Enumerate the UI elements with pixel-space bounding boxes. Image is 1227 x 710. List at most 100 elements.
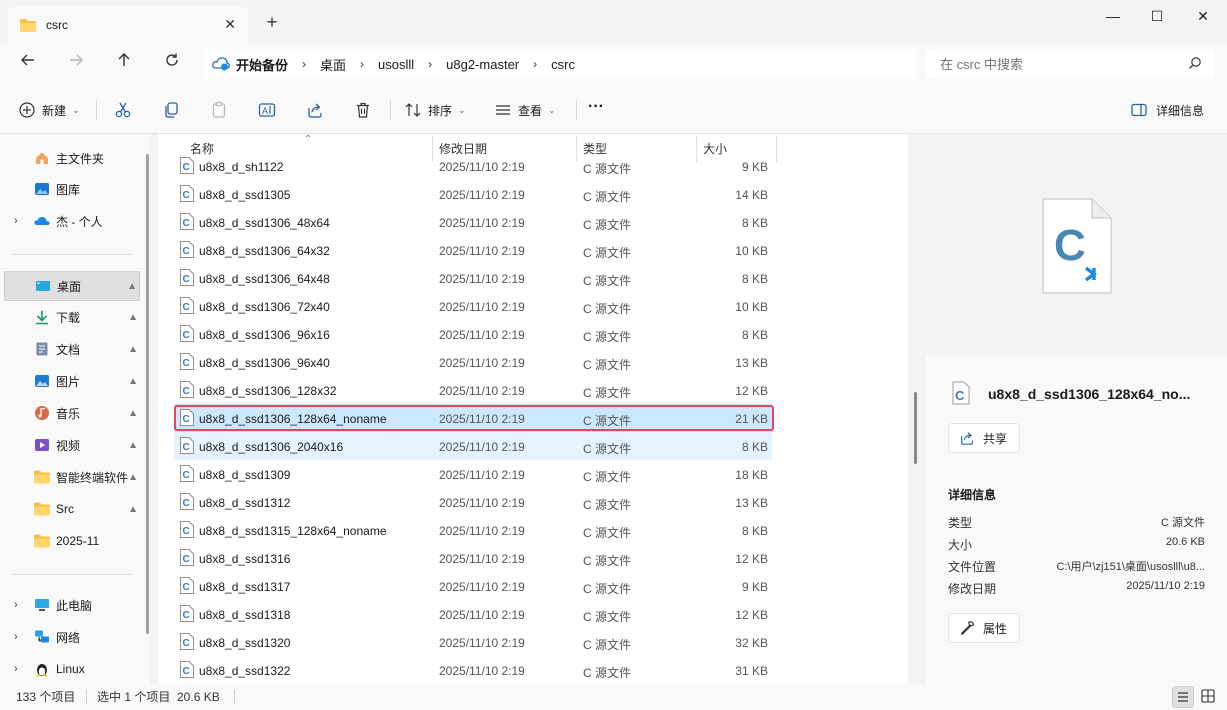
details-view-button[interactable] [1172,686,1194,708]
chevron-right-icon[interactable]: › [14,215,18,227]
file-row[interactable]: Cu8x8_d_ssd1318 2025/11/10 2:19 C 源文件 12 KB [174,600,772,628]
search-input[interactable] [940,56,1180,72]
file-row[interactable]: Cu8x8_d_ssd1306_2040x16 2025/11/10 2:19 C … [174,432,772,460]
sidebar-item-music[interactable]: 音乐 ▲ [4,399,140,427]
details-pane-button[interactable]: 详细信息 [1130,99,1204,121]
new-tab-button[interactable]: + [262,12,282,32]
file-list-scrollbar[interactable] [914,392,917,464]
details-section-title: 详细信息 [948,488,997,502]
share-button[interactable]: 共享 [948,423,1020,453]
view-button[interactable]: 查看 ⌄ [494,99,556,121]
file-row[interactable]: Cu8x8_d_ssd1306_96x40 2025/11/10 2:19 C 源文… [174,348,772,376]
forward-button[interactable] [62,52,90,76]
sidebar-item-this-pc[interactable]: › 此电脑 [4,591,140,619]
breadcrumb-home[interactable]: 开始备份 [236,55,288,74]
sort-button-label: 排序 [428,103,453,118]
more-options-button[interactable]: ··· [588,96,604,118]
file-type: C 源文件 [583,330,632,344]
copy-button[interactable] [162,99,180,121]
file-row[interactable]: Cu8x8_d_ssd1306_48x64 2025/11/10 2:19 C 源文… [174,208,772,236]
chevron-right-icon[interactable]: › [533,57,537,71]
sidebar-item-label: 网络 [56,630,81,645]
sidebar-item-onedrive[interactable]: › 杰 - 个人 [4,207,140,235]
column-divider[interactable] [776,136,777,162]
sort-button[interactable]: 排序 ⌄ [404,99,466,121]
breadcrumb-desktop[interactable]: 桌面 [320,55,346,74]
sidebar-item-pictures[interactable]: 图片 ▲ [4,367,140,395]
new-button[interactable]: 新建 ⌄ [18,99,80,121]
c-file-icon: C [180,493,194,510]
file-row[interactable]: Cu8x8_d_ssd1315_128x64_noname 2025/11/10 … [174,516,772,544]
refresh-button[interactable] [158,52,186,76]
address-bar[interactable]: 开始备份 › 桌面 › usoslll › u8g2-master › csrc [204,49,916,79]
close-window-button[interactable]: ✕ [1180,4,1226,28]
chevron-right-icon[interactable]: › [428,57,432,71]
sidebar-scrollbar[interactable] [146,154,149,634]
c-file-icon: C [180,325,194,342]
file-row[interactable]: Cu8x8_d_ssd1305 2025/11/10 2:19 C 源文件 14 KB [174,180,772,208]
pin-icon: ▲ [128,343,138,355]
sidebar-item-network[interactable]: › 网络 [4,623,140,651]
file-modified-date: 2025/11/10 2:19 [439,580,525,594]
back-button[interactable] [14,52,42,76]
file-row[interactable]: Cu8x8_d_ssd1306_96x16 2025/11/10 2:19 C 源文… [174,320,772,348]
properties-button[interactable]: 属性 [948,613,1020,643]
file-row[interactable]: Cu8x8_d_ssd1306_128x32 2025/11/10 2:19 C 源… [174,376,772,404]
c-file-icon: C [180,213,194,230]
file-row[interactable]: Cu8x8_d_ssd1312 2025/11/10 2:19 C 源文件 13 KB [174,488,772,516]
sidebar-item-gallery[interactable]: 图库 [4,175,140,203]
close-tab-icon[interactable]: ✕ [224,16,236,33]
file-row[interactable]: Cu8x8_d_ssd1322 2025/11/10 2:19 C 源文件 31 KB [174,656,772,684]
file-modified-date: 2025/11/10 2:19 [439,300,525,314]
chevron-right-icon[interactable]: › [14,663,18,675]
file-row[interactable]: Cu8x8_d_ssd1306_64x32 2025/11/10 2:19 C 源文… [174,236,772,264]
maximize-button[interactable]: ☐ [1134,4,1180,28]
svg-text:C: C [183,498,190,509]
chevron-right-icon[interactable]: › [360,57,364,71]
file-row[interactable]: Cu8x8_d_ssd1306_72x40 2025/11/10 2:19 C 源文… [174,292,772,320]
tab-csrc[interactable]: csrc ✕ [8,6,248,44]
file-row[interactable]: Cu8x8_d_sh1122 2025/11/10 2:19 C 源文件 9 KB [174,152,772,180]
file-modified-date: 2025/11/10 2:19 [439,328,525,342]
view-icon [496,105,510,115]
minimize-button[interactable]: — [1090,4,1136,28]
tiles-view-button[interactable] [1198,686,1220,708]
pin-icon: ▲ [128,503,138,515]
sidebar-item-src-folder[interactable]: Src ▲ [4,495,140,523]
search-box[interactable] [926,49,1214,79]
sidebar-item-desktop[interactable]: 桌面 ▲ [4,271,140,301]
file-row[interactable]: Cu8x8_d_ssd1309 2025/11/10 2:19 C 源文件 18 KB [174,460,772,488]
file-row[interactable]: Cu8x8_d_ssd1306_64x48 2025/11/10 2:19 C 源文… [174,264,772,292]
delete-button[interactable] [354,99,372,121]
sidebar-item-documents[interactable]: 文档 ▲ [4,335,140,363]
chevron-right-icon[interactable]: › [14,631,18,643]
file-size: 13 KB [735,496,768,510]
sidebar-item-2025-11-folder[interactable]: 2025-11 [4,527,140,555]
sidebar-item-videos[interactable]: 视频 ▲ [4,431,140,459]
file-row[interactable]: Cu8x8_d_ssd1317 2025/11/10 2:19 C 源文件 9 KB [174,572,772,600]
breadcrumb-csrc[interactable]: csrc [551,57,575,72]
file-type: C 源文件 [583,162,632,176]
detail-value-location[interactable]: C:\用户\zj151\桌面\usoslll\u8... [1035,558,1205,574]
file-name: u8x8_d_ssd1306_96x40 [199,356,330,370]
sidebar-item-label: 图库 [56,182,81,197]
file-row[interactable]: Cu8x8_d_ssd1316 2025/11/10 2:19 C 源文件 12 KB [174,544,772,572]
folder-icon [34,470,50,484]
sidebar-item-home[interactable]: 主文件夹 [4,144,140,172]
sidebar-item-smart-terminal-folder[interactable]: 智能终端软件 ▲ [4,463,140,491]
breadcrumb-u8g2-master[interactable]: u8g2-master [446,57,519,72]
up-button[interactable] [110,52,138,76]
file-type: C 源文件 [583,386,632,400]
breadcrumb-usoslll[interactable]: usoslll [378,57,414,72]
paste-button[interactable] [210,99,228,121]
sidebar-item-linux[interactable]: › Linux [4,655,140,683]
chevron-right-icon[interactable]: › [302,57,306,71]
sidebar-item-downloads[interactable]: 下载 ▲ [4,303,140,331]
rename-button[interactable]: A [258,99,276,121]
network-icon [35,630,49,643]
cut-button[interactable] [114,99,132,121]
file-row[interactable]: Cu8x8_d_ssd1306_128x64_noname 2025/11/10 … [174,404,772,432]
share-button[interactable] [306,99,324,121]
chevron-right-icon[interactable]: › [14,599,18,611]
file-row[interactable]: Cu8x8_d_ssd1320 2025/11/10 2:19 C 源文件 32 KB [174,628,772,656]
